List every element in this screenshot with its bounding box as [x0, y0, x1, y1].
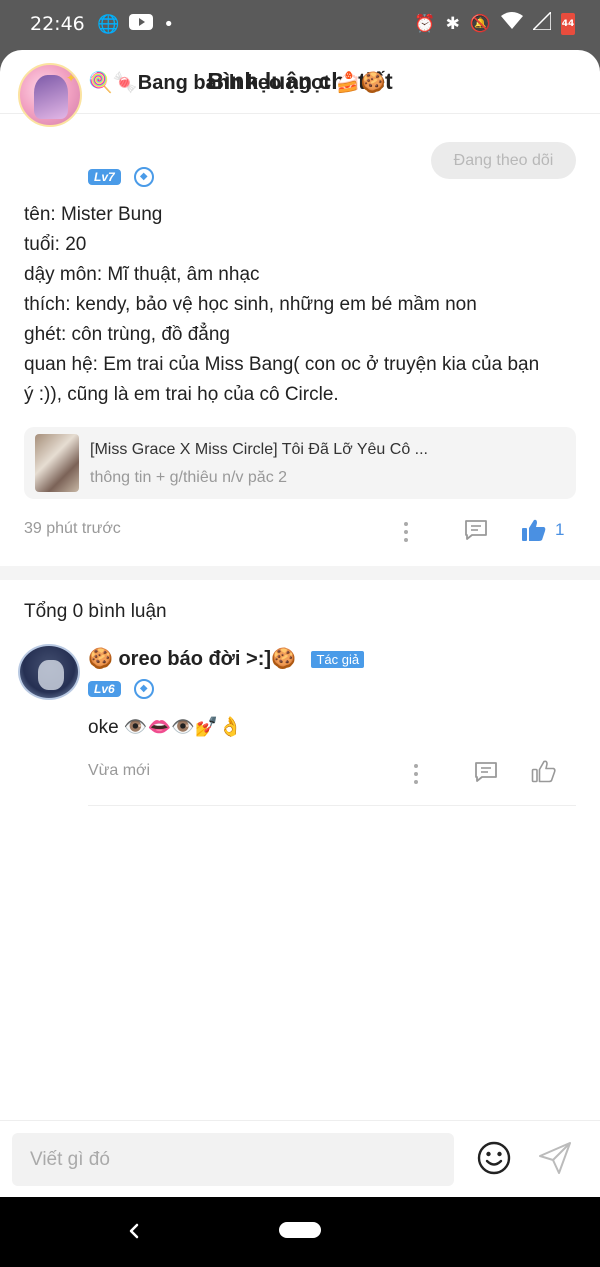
- send-icon: [539, 1142, 571, 1174]
- post-username[interactable]: 🍭🍬Bang bánh kẹo ngọt 🍰🍪: [88, 70, 385, 95]
- story-title: [Miss Grace X Miss Circle] Tôi Đã Lỡ Yêu…: [90, 441, 428, 458]
- signal-icon: [531, 10, 552, 35]
- bio-line: tuổi: 20: [24, 234, 87, 255]
- reply-icon[interactable]: [463, 518, 489, 542]
- like-count: 1: [555, 520, 565, 539]
- bio-line: ý :)), cũng là em trai họ của cô Circle.: [24, 384, 339, 405]
- comment-divider: [88, 805, 576, 806]
- battery-icon: 44: [561, 12, 575, 35]
- comment-timestamp: Vừa mới: [88, 762, 151, 779]
- story-link-card[interactable]: [Miss Grace X Miss Circle] Tôi Đã Lỡ Yêu…: [24, 427, 576, 499]
- comment-username-text: 🍪 oreo báo đời >:]🍪: [88, 648, 296, 670]
- comment-username[interactable]: 🍪 oreo báo đời >:]🍪 Tác giả: [88, 646, 365, 671]
- nav-home-button[interactable]: [279, 1222, 321, 1238]
- youtube-icon: [129, 13, 154, 36]
- more-options-icon[interactable]: [401, 520, 411, 544]
- bio-line: tên: Mister Bung: [24, 204, 163, 225]
- like-icon[interactable]: [521, 517, 547, 543]
- comment-total: Tổng 0 bình luận: [24, 601, 167, 622]
- send-button[interactable]: [537, 1141, 573, 1175]
- author-badge: Tác giả: [311, 651, 365, 669]
- smiley-icon: [477, 1141, 511, 1175]
- section-divider: [0, 566, 600, 580]
- wifi-icon: [501, 12, 523, 35]
- system-nav-bar: [0, 1197, 600, 1267]
- comment-input[interactable]: [12, 1133, 454, 1186]
- comment-badges: Lv6 ◆: [88, 678, 154, 699]
- comment-avatar[interactable]: [18, 644, 80, 700]
- bio-line: thích: kendy, bảo vệ học sinh, những em …: [24, 294, 477, 315]
- post-timestamp: 39 phút trước: [24, 520, 121, 537]
- bio-line: quan hệ: Em trai của Miss Bang( con oc ở…: [24, 354, 540, 375]
- status-bar: 22:46 🌐 • ⏰ ✱ 🔕 44: [0, 0, 600, 50]
- alarm-icon: ⏰: [414, 13, 436, 34]
- more-options-icon[interactable]: [411, 762, 421, 786]
- level-badge: Lv7: [88, 169, 121, 185]
- diamond-icon: ◆: [133, 678, 154, 699]
- story-chapter: thông tin + g/thiêu n/v păc 2: [90, 469, 288, 486]
- nav-back-button[interactable]: [126, 1219, 142, 1243]
- story-thumbnail: [35, 434, 79, 492]
- diamond-icon: ◆: [133, 166, 154, 187]
- mute-icon: 🔕: [469, 13, 491, 34]
- globe-icon: 🌐: [97, 14, 120, 35]
- bio-line: dậy môn: Mĩ thuật, âm nhạc: [24, 264, 260, 285]
- like-icon[interactable]: [531, 758, 557, 784]
- dot-icon: •: [163, 14, 175, 35]
- bio-line: ghét: côn trùng, đồ đẳng: [24, 324, 230, 345]
- following-button[interactable]: Đang theo dõi: [431, 142, 576, 179]
- post-content: tên: Mister Bung tuổi: 20 dậy môn: Mĩ th…: [24, 200, 579, 410]
- comment-detail-sheet: Bình luận chi tiết ✦ 🍭🍬Bang bánh kẹo ngọ…: [0, 50, 600, 1197]
- status-time: 22:46: [30, 13, 85, 35]
- comment-text: oke 👁️👄👁️💅👌: [88, 717, 243, 738]
- back-triangle-icon: [129, 1223, 139, 1239]
- reply-icon[interactable]: [473, 760, 499, 784]
- avatar[interactable]: ✦: [18, 63, 82, 127]
- post-badges: Lv7 ◆: [88, 166, 154, 187]
- emoji-button[interactable]: [477, 1141, 511, 1175]
- bluetooth-icon: ✱: [445, 13, 460, 34]
- level-badge: Lv6: [88, 681, 121, 697]
- comment-input-bar: [0, 1120, 600, 1197]
